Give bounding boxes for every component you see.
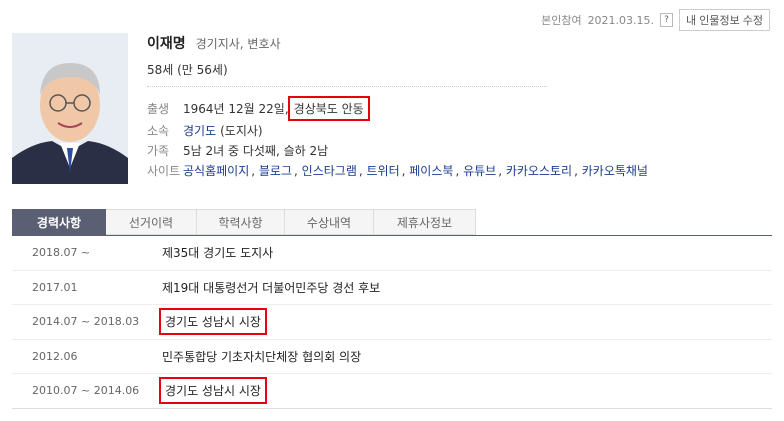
tab-elections[interactable]: 선거이력 (106, 209, 197, 235)
profile-photo-image (12, 33, 128, 184)
info-sites: 사이트 공식홈페이지, 블로그, 인스타그램, 트위터, 페이스북, 유튜브, … (147, 162, 648, 179)
site-link-instagram[interactable]: 인스타그램 (302, 162, 357, 179)
site-link-youtube[interactable]: 유튜브 (463, 162, 496, 179)
birth-date: 1964년 12월 22일, (183, 102, 289, 116)
family-value: 5남 2녀 중 다섯째, 슬하 2남 (183, 144, 329, 158)
tab-education[interactable]: 학력사항 (197, 209, 285, 235)
career-title-highlighted: 경기도 성남시 시장 (159, 308, 267, 336)
career-date: 2010.07 ~ 2014.06 (32, 384, 140, 398)
birth-place: 경상북도 안동 (287, 96, 370, 121)
career-date: 2017.01 (32, 280, 78, 294)
career-title: 민주통합당 기초자치단체장 협의회 의장 (162, 349, 362, 364)
career-row: 2010.07 ~ 2014.06 경기도 성남시 시장 (12, 374, 772, 409)
site-link-homepage[interactable]: 공식홈페이지 (183, 162, 249, 179)
person-job: 경기지사, 변호사 (195, 37, 281, 51)
career-row: 2012.06 민주통합당 기초자치단체장 협의회 의장 (12, 340, 772, 374)
update-date: 2021.03.15. (587, 13, 655, 27)
tab-partner-info[interactable]: 제휴사정보 (374, 209, 476, 235)
info-family: 가족 5남 2녀 중 다섯째, 슬하 2남 (147, 142, 328, 159)
family-label: 가족 (147, 144, 170, 158)
name-row: 이재명 경기지사, 변호사 (147, 33, 281, 53)
career-row: 2017.01 제19대 대통령선거 더불어민주당 경선 후보 (12, 271, 772, 305)
person-age: 58세 (만 56세) (147, 63, 228, 77)
career-title: 제35대 경기도 도지사 (162, 246, 274, 261)
site-link-kakaostory[interactable]: 카카오스토리 (506, 162, 572, 179)
info-affiliation: 소속 경기도 (도지사) (147, 122, 263, 139)
profile-photo (12, 33, 128, 184)
career-list: 2018.07 ~ 제35대 경기도 도지사 2017.01 제19대 대통령선… (12, 236, 772, 409)
tab-career[interactable]: 경력사항 (12, 209, 106, 235)
tab-awards[interactable]: 수상내역 (285, 209, 374, 235)
career-row: 2014.07 ~ 2018.03 경기도 성남시 시장 (12, 305, 772, 340)
site-link-kakaotalk[interactable]: 카카오톡채널 (582, 162, 648, 179)
site-link-facebook[interactable]: 페이스북 (409, 162, 453, 179)
birth-label: 출생 (147, 102, 170, 116)
site-link-blog[interactable]: 블로그 (259, 162, 292, 179)
affiliation-label: 소속 (147, 124, 170, 138)
person-name: 이재명 (147, 36, 186, 52)
career-date: 2014.07 ~ 2018.03 (32, 315, 140, 329)
info-birth: 출생 1964년 12월 22일, 경상북도 안동 (147, 96, 370, 121)
affiliation-role: (도지사) (220, 124, 263, 138)
edit-profile-button[interactable]: 내 인물정보 수정 (679, 9, 770, 31)
career-date: 2018.07 ~ (32, 246, 91, 260)
divider (147, 86, 547, 87)
site-link-twitter[interactable]: 트위터 (367, 162, 400, 179)
career-date: 2012.06 (32, 349, 78, 363)
career-row: 2018.07 ~ 제35대 경기도 도지사 (12, 236, 772, 271)
career-title: 제19대 대통령선거 더불어민주당 경선 후보 (162, 280, 381, 295)
help-icon[interactable]: ? (660, 13, 674, 27)
affiliation-region-link[interactable]: 경기도 (183, 122, 216, 139)
verify-text: 본인참여 (541, 14, 582, 27)
career-title-highlighted: 경기도 성남시 시장 (159, 377, 267, 405)
top-bar: 본인참여 2021.03.15. ? 내 인물정보 수정 (541, 9, 770, 31)
sites-label: 사이트 (147, 164, 181, 178)
tab-bar: 경력사항 선거이력 학력사항 수상내역 제휴사정보 (12, 209, 476, 235)
